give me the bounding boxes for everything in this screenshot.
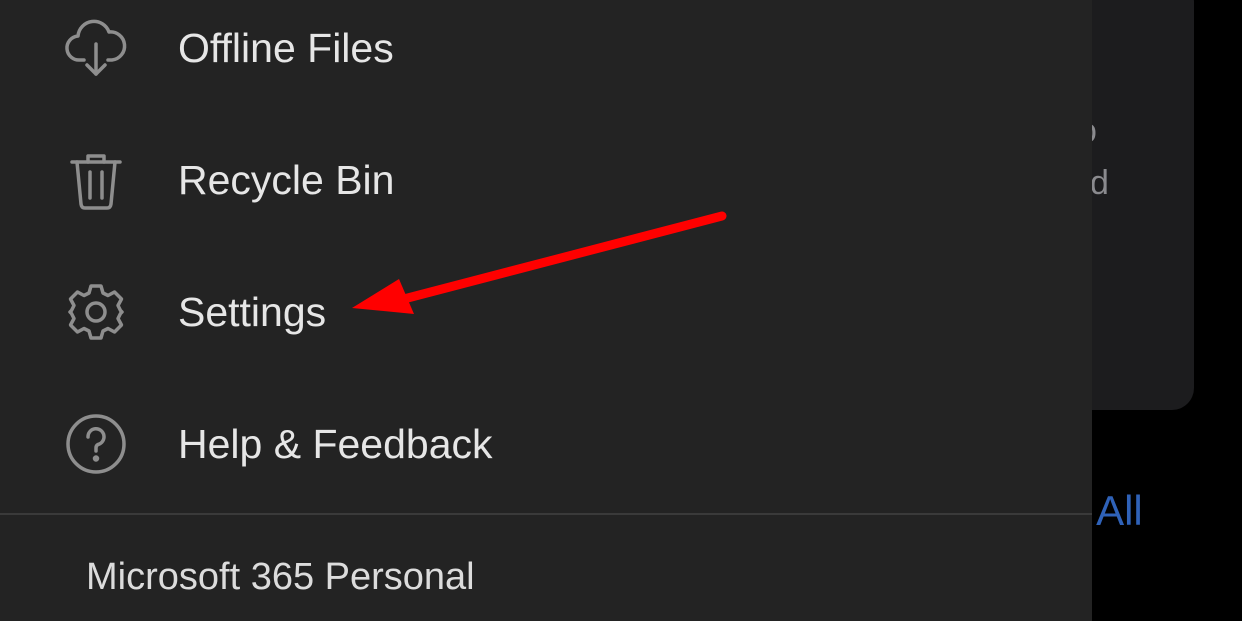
- drawer-divider: [0, 513, 1092, 515]
- help-circle-icon: [62, 410, 130, 478]
- subscription-label: Microsoft 365 Personal: [86, 556, 475, 598]
- menu-item-label: Help & Feedback: [178, 420, 493, 467]
- menu-item-help-feedback[interactable]: Help & Feedback: [0, 384, 1092, 504]
- menu-item-label: Settings: [178, 288, 327, 335]
- background-partial-text: d: [1090, 164, 1109, 202]
- menu-item-label: Offline Files: [178, 24, 394, 71]
- menu-item-recycle-bin[interactable]: Recycle Bin: [0, 120, 1092, 240]
- menu-item-settings[interactable]: Settings: [0, 252, 1092, 372]
- menu-item-label: Recycle Bin: [178, 156, 395, 203]
- trash-icon: [62, 146, 130, 214]
- cloud-download-icon: [62, 14, 130, 82]
- menu-item-offline-files[interactable]: Offline Files: [0, 0, 1092, 108]
- navigation-drawer: Offline Files Recycle Bin Settings Help …: [0, 0, 1092, 621]
- gear-icon: [62, 278, 130, 346]
